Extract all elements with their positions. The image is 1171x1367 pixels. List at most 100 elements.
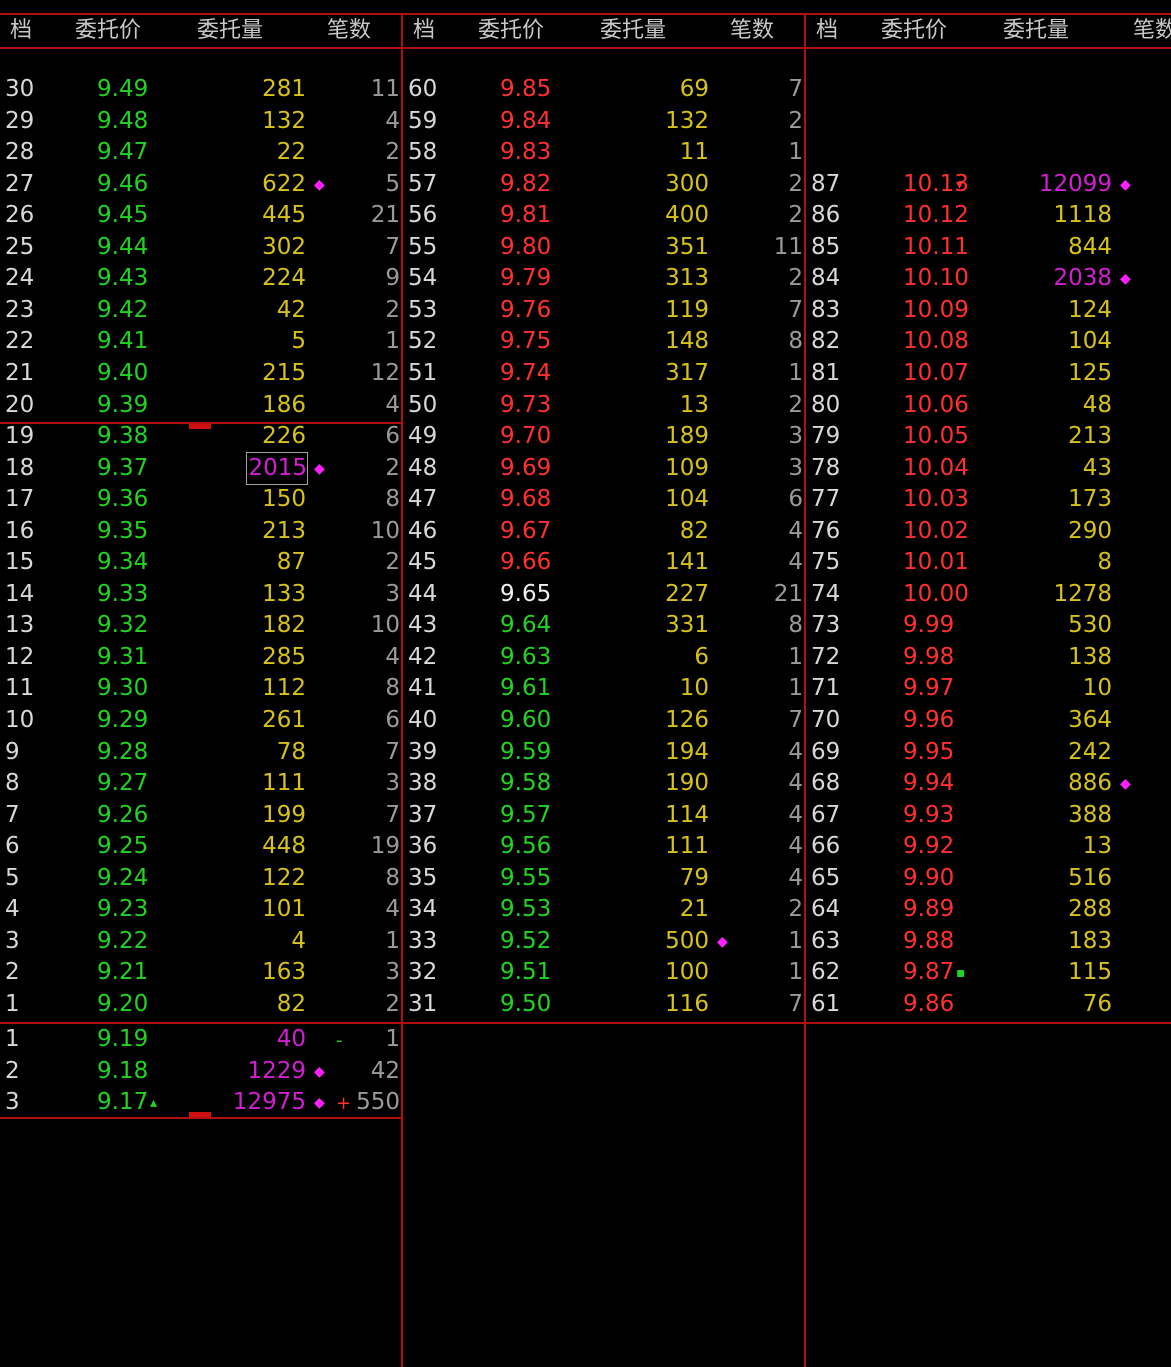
order-row-price[interactable]: 9.29 <box>97 705 167 736</box>
order-row-count[interactable]: 8 <box>733 610 803 641</box>
order-row-count[interactable]: 3 <box>733 453 803 484</box>
order-row-vol[interactable]: 150 <box>190 484 306 515</box>
order-row-count[interactable]: 4 <box>733 863 803 894</box>
order-row-price[interactable]: 9.26 <box>97 800 167 831</box>
order-row-vol[interactable]: 82 <box>190 989 306 1020</box>
order-row-count[interactable]: 7 <box>733 295 803 326</box>
order-row-level[interactable]: 23 <box>5 295 55 326</box>
order-row-level[interactable]: 78 <box>811 453 861 484</box>
order-row-level[interactable]: 12 <box>5 642 55 673</box>
order-row-price[interactable]: 9.95 <box>903 737 973 768</box>
order-row-count[interactable]: 2 <box>330 547 400 578</box>
order-row-count[interactable]: 2 <box>733 263 803 294</box>
order-row-count[interactable]: 5 <box>330 169 400 200</box>
order-row-count[interactable]: 3 <box>330 579 400 610</box>
order-row-vol[interactable]: 242 <box>996 737 1112 768</box>
order-row-level[interactable]: 32 <box>408 957 458 988</box>
order-row-level[interactable]: 1 <box>5 989 55 1020</box>
order-row-level[interactable]: 21 <box>5 358 55 389</box>
order-row-vol[interactable]: 133 <box>190 579 306 610</box>
order-row-vol[interactable]: 190 <box>593 768 709 799</box>
order-row-level[interactable]: 3 <box>5 926 55 957</box>
order-row-count[interactable]: 2 <box>733 169 803 200</box>
order-row-vol[interactable]: 189 <box>593 421 709 452</box>
order-row-vol[interactable]: 104 <box>593 484 709 515</box>
order-row-price[interactable]: 10.10 <box>903 263 973 294</box>
order-row-level[interactable]: 82 <box>811 326 861 357</box>
order-row-level[interactable]: 43 <box>408 610 458 641</box>
order-row-price[interactable]: 9.81 <box>500 200 570 231</box>
order-row-price[interactable]: 9.53 <box>500 894 570 925</box>
order-row-vol[interactable]: 100 <box>593 957 709 988</box>
order-row-price[interactable]: 10.04 <box>903 453 973 484</box>
order-row-level[interactable]: 9 <box>5 737 55 768</box>
order-row-vol[interactable]: 12099 <box>996 169 1112 200</box>
order-row-count[interactable]: 11 <box>330 74 400 105</box>
order-row-vol[interactable]: 119 <box>593 295 709 326</box>
order-row-price[interactable]: 9.60 <box>500 705 570 736</box>
order-row-price[interactable]: 9.86 <box>903 989 973 1020</box>
order-row-level[interactable]: 17 <box>5 484 55 515</box>
order-row-count[interactable]: 4 <box>733 516 803 547</box>
order-row-level[interactable]: 11 <box>5 673 55 704</box>
order-row-level[interactable]: 47 <box>408 484 458 515</box>
order-row-price[interactable]: 9.37 <box>97 453 167 484</box>
order-row-level[interactable]: 20 <box>5 390 55 421</box>
order-row-vol[interactable]: 5 <box>190 326 306 357</box>
order-row-level[interactable]: 8 <box>5 768 55 799</box>
order-row-price[interactable]: 9.69 <box>500 453 570 484</box>
order-row-vol[interactable]: 364 <box>996 705 1112 736</box>
order-row-price[interactable]: 10.06 <box>903 390 973 421</box>
order-row-count[interactable]: 2 <box>330 453 400 484</box>
order-row-vol[interactable]: 199 <box>190 800 306 831</box>
order-row-price[interactable]: 10.08 <box>903 326 973 357</box>
order-row-count[interactable]: 10 <box>330 516 400 547</box>
order-row-price[interactable]: 10.02 <box>903 516 973 547</box>
order-row-level[interactable]: 35 <box>408 863 458 894</box>
order-row-price[interactable]: 9.65 <box>500 579 570 610</box>
order-row-count[interactable]: 10 <box>330 610 400 641</box>
order-row-vol[interactable]: 132 <box>593 106 709 137</box>
order-row-vol[interactable]: 79 <box>593 863 709 894</box>
order-row-level[interactable]: 68 <box>811 768 861 799</box>
order-row-count[interactable]: 2 <box>1136 169 1171 200</box>
order-row-level[interactable]: 42 <box>408 642 458 673</box>
order-row-level[interactable]: 6 <box>5 831 55 862</box>
order-row-level[interactable]: 33 <box>408 926 458 957</box>
order-row-vol[interactable]: 124 <box>996 295 1112 326</box>
order-row-level[interactable]: 65 <box>811 863 861 894</box>
order-row-level[interactable]: 46 <box>408 516 458 547</box>
order-row-level[interactable]: 37 <box>408 800 458 831</box>
order-row-vol[interactable]: 11 <box>593 137 709 168</box>
order-row-level[interactable]: 53 <box>408 295 458 326</box>
order-row-count[interactable]: 4 <box>733 800 803 831</box>
order-row-level[interactable]: 81 <box>811 358 861 389</box>
order-row-level[interactable]: 41 <box>408 673 458 704</box>
order-row-count[interactable]: 12 <box>330 358 400 389</box>
order-row-level[interactable]: 77 <box>811 484 861 515</box>
order-row-vol[interactable]: 87 <box>190 547 306 578</box>
order-row-price[interactable]: 9.94 <box>903 768 973 799</box>
order-row-count[interactable]: 8 <box>330 863 400 894</box>
order-row-count[interactable]: 7 <box>733 705 803 736</box>
order-row-level[interactable]: 28 <box>5 137 55 168</box>
order-row-vol[interactable]: 194 <box>593 737 709 768</box>
order-row-vol[interactable]: 78 <box>190 737 306 768</box>
order-row-price[interactable]: 9.75 <box>500 326 570 357</box>
bid-row-price[interactable]: 9.18 <box>97 1056 167 1087</box>
order-row-price[interactable]: 9.82 <box>500 169 570 200</box>
order-row-vol[interactable]: 8 <box>996 547 1112 578</box>
order-row-price[interactable]: 10.00 <box>903 579 973 610</box>
order-row-level[interactable]: 16 <box>5 516 55 547</box>
order-row-vol[interactable]: 285 <box>190 642 306 673</box>
order-row-price[interactable]: 9.46 <box>97 169 167 200</box>
order-row-price[interactable]: 10.11 <box>903 232 973 263</box>
order-row-vol[interactable]: 388 <box>996 800 1112 831</box>
bid-row-level[interactable]: 1 <box>5 1024 55 1055</box>
order-row-level[interactable]: 4 <box>5 894 55 925</box>
order-row-vol[interactable]: 125 <box>996 358 1112 389</box>
order-row-price[interactable]: 9.50 <box>500 989 570 1020</box>
order-row-level[interactable]: 27 <box>5 169 55 200</box>
order-row-price[interactable]: 9.49 <box>97 74 167 105</box>
order-row-level[interactable]: 25 <box>5 232 55 263</box>
